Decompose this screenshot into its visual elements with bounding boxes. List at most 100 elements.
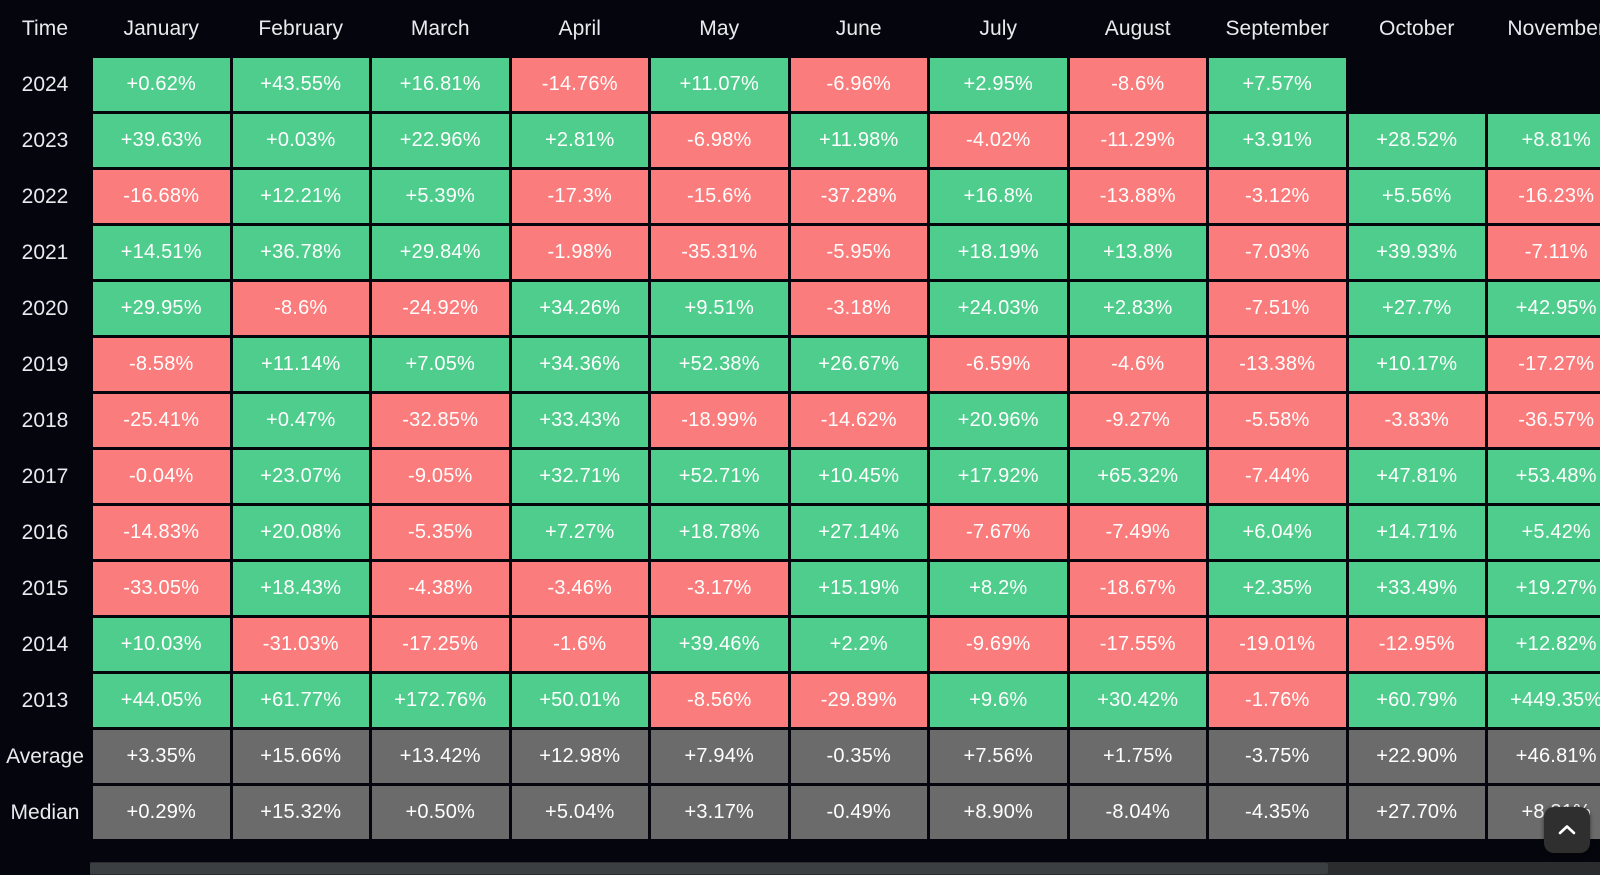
return-cell: -7.49%	[1069, 506, 1206, 559]
return-cell: +33.43%	[511, 394, 648, 447]
summary-row: Median +0.29% +15.32% +0.50% +5.04% +3.17% -0.…	[0, 786, 1600, 839]
return-cell: +23.07%	[232, 450, 369, 503]
return-cell: +7.57%	[1209, 58, 1346, 111]
return-cell: +2.2%	[790, 618, 927, 671]
table-row: 2013 +44.05% +61.77% +172.76% +50.01% -8.56% -…	[0, 674, 1600, 727]
scroll-to-top-button[interactable]	[1544, 807, 1590, 853]
return-cell: -9.27%	[1069, 394, 1206, 447]
row-label-2018: 2018	[0, 394, 90, 447]
return-cell: +2.83%	[1069, 282, 1206, 335]
column-header-october[interactable]: October	[1348, 3, 1485, 55]
return-cell: -36.57%	[1488, 394, 1600, 447]
return-cell: +52.71%	[651, 450, 788, 503]
return-cell: -17.55%	[1069, 618, 1206, 671]
column-header-january[interactable]: January	[93, 3, 230, 55]
return-cell: +3.17%	[651, 786, 788, 839]
row-label-median: Median	[0, 786, 90, 839]
return-cell: +449.35%	[1488, 674, 1600, 727]
table-row: 2014 +10.03% -31.03% -17.25% -1.6% +39.46% +2.…	[0, 618, 1600, 671]
return-cell: +5.39%	[372, 170, 509, 223]
return-cell: -11.29%	[1069, 114, 1206, 167]
return-cell: -6.96%	[790, 58, 927, 111]
return-cell: +10.17%	[1348, 338, 1485, 391]
return-cell: -17.25%	[372, 618, 509, 671]
return-cell: -7.44%	[1209, 450, 1346, 503]
return-cell: +5.42%	[1488, 506, 1600, 559]
return-cell: +7.05%	[372, 338, 509, 391]
return-cell: -4.38%	[372, 562, 509, 615]
table-scroll-viewport[interactable]: Time January February March April May June Jul…	[0, 0, 1600, 862]
return-cell: -14.83%	[93, 506, 230, 559]
return-cell: +15.66%	[232, 730, 369, 783]
return-cell: +12.82%	[1488, 618, 1600, 671]
return-cell: -32.85%	[372, 394, 509, 447]
return-cell: +18.78%	[651, 506, 788, 559]
return-cell: -13.88%	[1069, 170, 1206, 223]
return-cell: +8.90%	[930, 786, 1067, 839]
return-cell: +15.32%	[232, 786, 369, 839]
return-cell: +8.2%	[930, 562, 1067, 615]
return-cell: -0.35%	[790, 730, 927, 783]
column-header-august[interactable]: August	[1069, 3, 1206, 55]
return-cell: +5.56%	[1348, 170, 1485, 223]
column-header-november[interactable]: November	[1488, 3, 1600, 55]
return-cell: +27.70%	[1348, 786, 1485, 839]
return-cell: +22.90%	[1348, 730, 1485, 783]
return-cell: +7.94%	[651, 730, 788, 783]
return-cell: +60.79%	[1348, 674, 1485, 727]
column-header-time[interactable]: Time	[0, 3, 90, 55]
return-cell: -35.31%	[651, 226, 788, 279]
return-cell: -9.69%	[930, 618, 1067, 671]
return-cell: +29.84%	[372, 226, 509, 279]
return-cell: -3.46%	[511, 562, 648, 615]
return-cell: +1.75%	[1069, 730, 1206, 783]
return-cell: +7.56%	[930, 730, 1067, 783]
return-cell: +3.35%	[93, 730, 230, 783]
table-header: Time January February March April May June Jul…	[0, 3, 1600, 55]
return-cell: -29.89%	[790, 674, 927, 727]
column-header-march[interactable]: March	[372, 3, 509, 55]
table-row: 2021 +14.51% +36.78% +29.84% -1.98% -35.31% -5…	[0, 226, 1600, 279]
return-cell: +0.47%	[232, 394, 369, 447]
return-cell: +39.46%	[651, 618, 788, 671]
table-row: 2017 -0.04% +23.07% -9.05% +32.71% +52.71% +10…	[0, 450, 1600, 503]
return-cell: +0.50%	[372, 786, 509, 839]
return-cell: +46.81%	[1488, 730, 1600, 783]
return-cell: +10.03%	[93, 618, 230, 671]
column-header-september[interactable]: September	[1209, 3, 1346, 55]
return-cell: -3.83%	[1348, 394, 1485, 447]
column-header-may[interactable]: May	[651, 3, 788, 55]
table-body: 2024 +0.62% +43.55% +16.81% -14.76% +11.07% -6…	[0, 58, 1600, 839]
monthly-returns-table: Time January February March April May June Jul…	[0, 0, 1600, 842]
return-cell: +53.48%	[1488, 450, 1600, 503]
return-cell: -16.23%	[1488, 170, 1600, 223]
return-cell: -13.38%	[1209, 338, 1346, 391]
return-cell: -15.6%	[651, 170, 788, 223]
return-cell: -6.98%	[651, 114, 788, 167]
return-cell: +2.35%	[1209, 562, 1346, 615]
return-cell: +10.45%	[790, 450, 927, 503]
horizontal-scrollbar-thumb[interactable]	[90, 863, 1329, 874]
horizontal-scrollbar[interactable]	[90, 862, 1600, 875]
row-label-2022: 2022	[0, 170, 90, 223]
return-cell: -12.95%	[1348, 618, 1485, 671]
return-cell: +0.62%	[93, 58, 230, 111]
return-cell: +13.42%	[372, 730, 509, 783]
return-cell: +44.05%	[93, 674, 230, 727]
column-header-june[interactable]: June	[790, 3, 927, 55]
return-cell: +24.03%	[930, 282, 1067, 335]
column-header-april[interactable]: April	[511, 3, 648, 55]
table-row: 2022 -16.68% +12.21% +5.39% -17.3% -15.6% -37.…	[0, 170, 1600, 223]
return-cell: +61.77%	[232, 674, 369, 727]
column-header-july[interactable]: July	[930, 3, 1067, 55]
return-cell: +6.04%	[1209, 506, 1346, 559]
return-cell: +65.32%	[1069, 450, 1206, 503]
column-header-february[interactable]: February	[232, 3, 369, 55]
return-cell: +26.67%	[790, 338, 927, 391]
return-cell: -1.98%	[511, 226, 648, 279]
row-label-2015: 2015	[0, 562, 90, 615]
return-cell: +33.49%	[1348, 562, 1485, 615]
return-cell: -5.58%	[1209, 394, 1346, 447]
return-cell: -17.3%	[511, 170, 648, 223]
return-cell: -8.56%	[651, 674, 788, 727]
